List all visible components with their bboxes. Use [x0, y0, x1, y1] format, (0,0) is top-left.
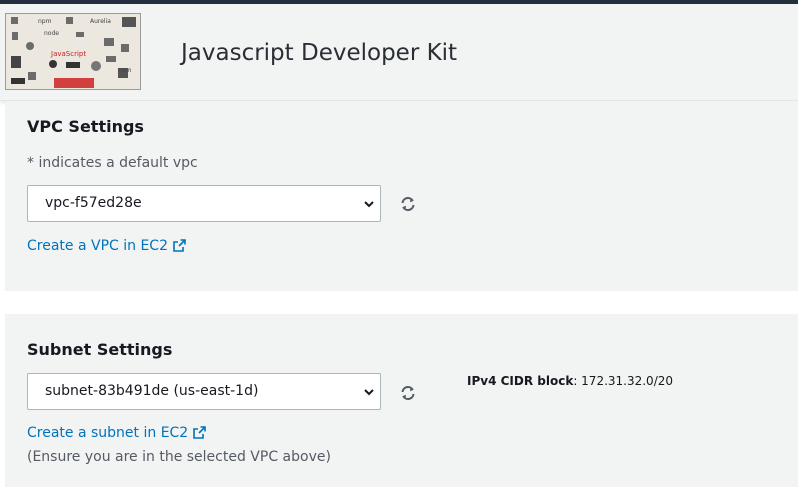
chevron-down-icon: [364, 201, 374, 208]
logo-wordmark: JavaScript: [50, 50, 86, 58]
default-vpc-hint: * indicates a default vpc: [27, 155, 198, 171]
product-logo: npm Aurelia node npm JavaScript: [5, 13, 141, 90]
svg-text:node: node: [44, 30, 59, 37]
svg-text:npm: npm: [118, 67, 132, 74]
refresh-subnet-icon[interactable]: [400, 385, 416, 401]
create-subnet-link-label: Create a subnet in EC2: [27, 425, 189, 441]
vpc-select[interactable]: vpc-f57ed28e: [27, 185, 381, 222]
create-vpc-link[interactable]: Create a VPC in EC2: [27, 238, 186, 254]
external-link-icon: [193, 426, 207, 439]
vpc-settings-panel: VPC Settings * indicates a default vpc v…: [5, 101, 798, 291]
svg-text:npm: npm: [38, 18, 52, 25]
subnet-select-value: subnet-83b491de (us-east-1d): [45, 383, 259, 399]
page-header: npm Aurelia node npm JavaScript Javascri…: [0, 4, 798, 101]
page-title: Javascript Developer Kit: [181, 40, 458, 66]
ipv4-cidr-label: IPv4 CIDR block: [467, 374, 574, 388]
subnet-settings-heading: Subnet Settings: [27, 340, 173, 359]
vpc-settings-heading: VPC Settings: [27, 117, 144, 136]
svg-text:Aurelia: Aurelia: [90, 18, 111, 25]
create-subnet-link[interactable]: Create a subnet in EC2: [27, 425, 207, 441]
subnet-vpc-note: (Ensure you are in the selected VPC abov…: [27, 449, 331, 465]
ipv4-cidr-info: IPv4 CIDR block: 172.31.32.0/20: [467, 374, 674, 388]
external-link-icon: [173, 239, 186, 252]
subnet-select[interactable]: subnet-83b491de (us-east-1d): [27, 373, 381, 410]
subnet-settings-panel: Subnet Settings subnet-83b491de (us-east…: [5, 314, 798, 487]
ipv4-cidr-value: 172.31.32.0/20: [581, 374, 674, 388]
vpc-select-value: vpc-f57ed28e: [45, 195, 142, 211]
refresh-vpc-icon[interactable]: [400, 196, 416, 212]
chevron-down-icon: [364, 389, 374, 396]
create-vpc-link-label: Create a VPC in EC2: [27, 238, 168, 254]
